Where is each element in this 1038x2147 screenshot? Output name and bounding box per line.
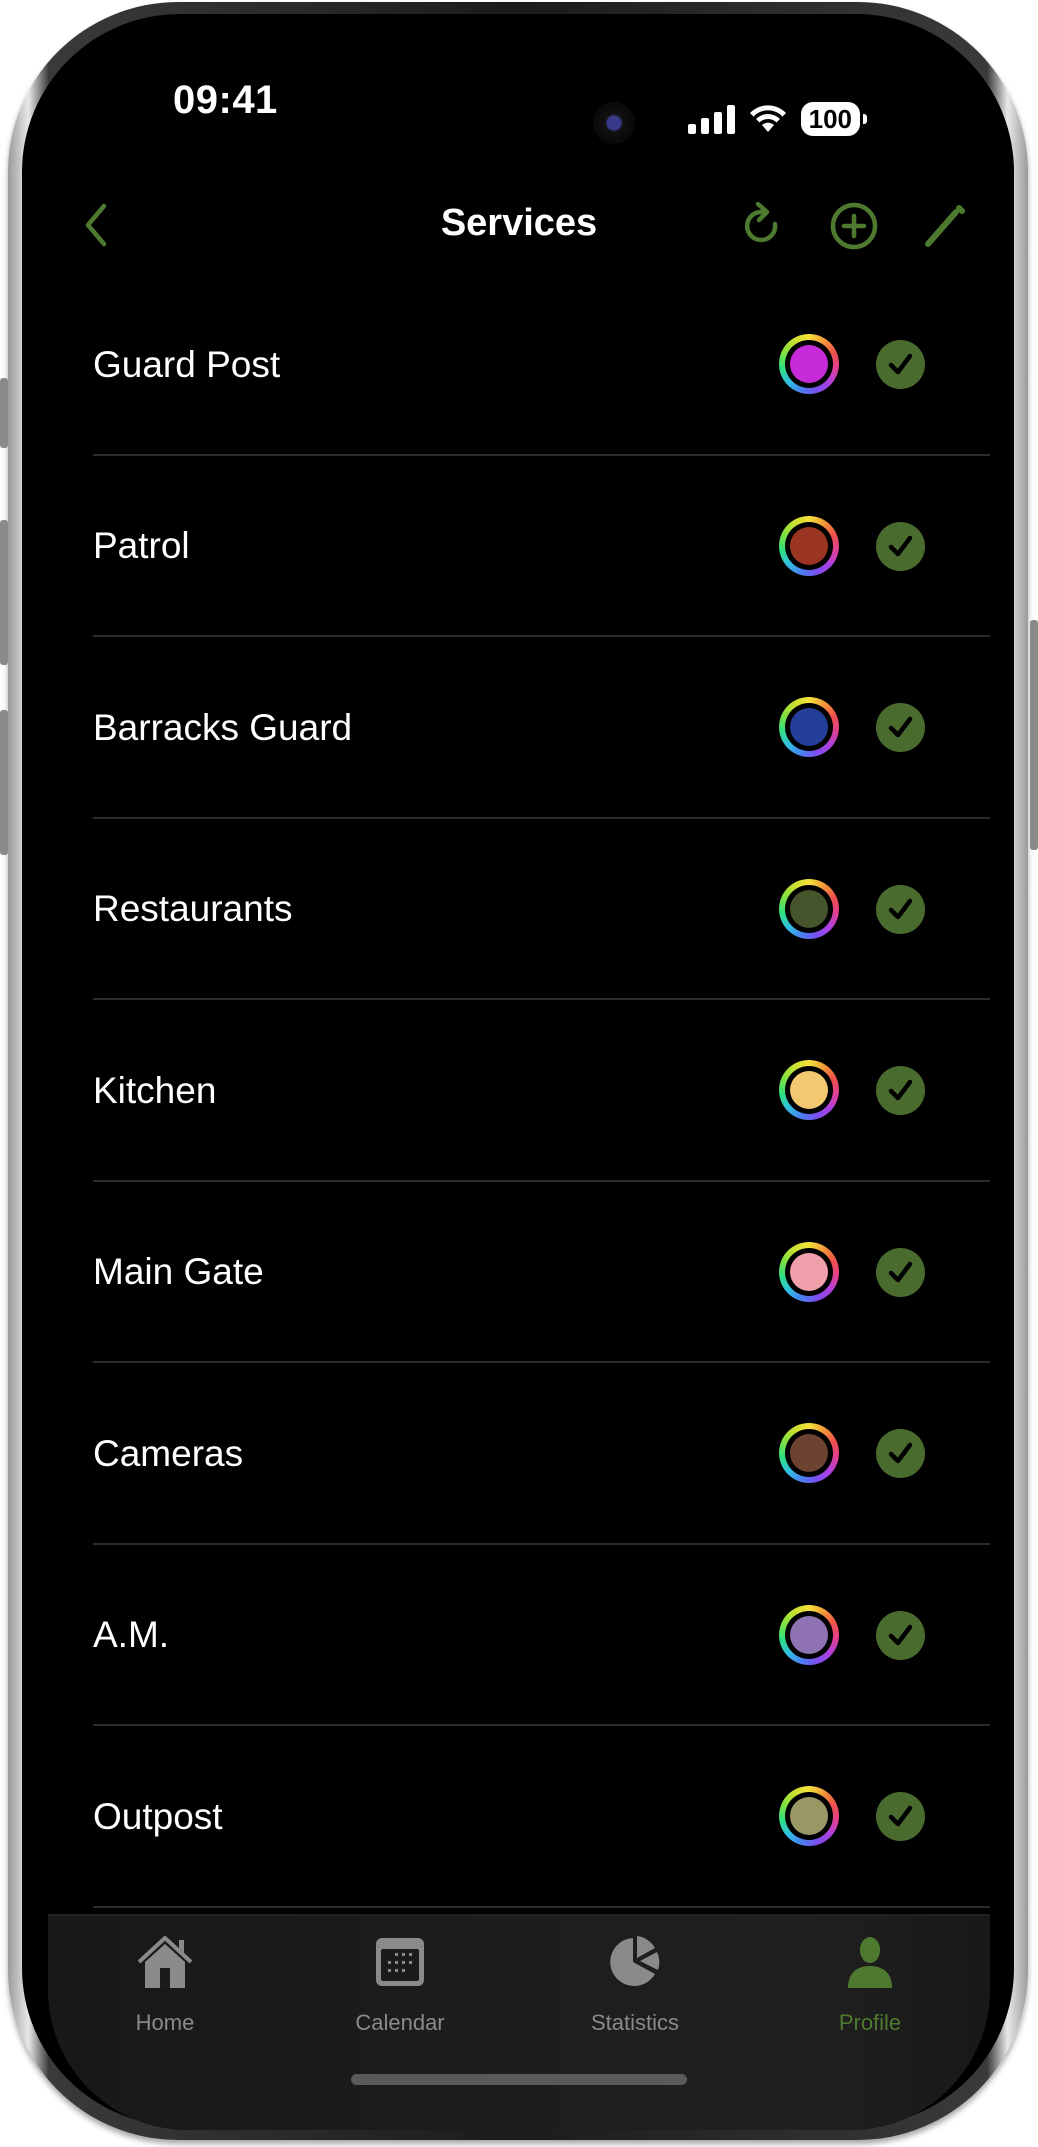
service-row[interactable]: Guard Post — [48, 274, 990, 456]
tab-calendar[interactable]: Calendar — [300, 1916, 500, 2056]
enabled-checkmark-button[interactable] — [876, 884, 925, 934]
front-camera — [593, 102, 635, 144]
color-swatch — [790, 708, 828, 746]
color-picker-button[interactable] — [779, 1786, 839, 1846]
tab-label: Calendar — [355, 2010, 445, 2035]
refresh-icon[interactable] — [738, 200, 790, 252]
service-row[interactable]: Restaurants — [48, 819, 990, 1000]
service-row[interactable]: Kitchen — [48, 1000, 990, 1182]
service-name: Barracks Guard — [93, 706, 353, 748]
service-row[interactable]: Barracks Guard — [48, 637, 990, 819]
checkmark-icon — [888, 898, 913, 919]
service-row[interactable]: Outpost — [48, 1726, 990, 1908]
checkmark-icon — [888, 353, 913, 375]
service-name: Outpost — [93, 1795, 223, 1837]
service-name: Guard Post — [93, 343, 281, 385]
tab-home[interactable]: Home — [65, 1916, 265, 2056]
cellular-signal-icon — [687, 104, 735, 134]
tab-label: Statistics — [590, 2010, 680, 2035]
row-divider — [93, 1905, 990, 1908]
volume-down-button — [0, 710, 8, 855]
navigation-bar: Services — [48, 180, 990, 270]
person-icon — [848, 1937, 892, 1988]
home-icon — [137, 1936, 193, 1988]
checkmark-icon — [888, 535, 913, 556]
tab-label: Home — [135, 2010, 195, 2035]
service-name: Cameras — [93, 1432, 244, 1474]
color-picker-button[interactable] — [779, 1604, 839, 1665]
tab-bar: Home Calendar Statistics Profile — [48, 1914, 990, 2130]
status-indicators: 100 — [687, 102, 868, 136]
service-name: Patrol — [93, 525, 190, 567]
volume-up-button — [0, 520, 8, 665]
color-picker-button[interactable] — [779, 697, 839, 757]
pencil-icon[interactable] — [918, 200, 970, 252]
color-swatch — [790, 889, 828, 928]
checkmark-icon — [888, 716, 913, 738]
color-swatch — [790, 526, 828, 565]
checkmark-icon — [888, 1805, 913, 1827]
color-picker-button[interactable] — [779, 1241, 839, 1302]
service-name: A.M. — [93, 1614, 170, 1656]
battery-indicator: 100 — [800, 102, 868, 136]
color-swatch — [790, 1252, 828, 1291]
checkmark-icon — [888, 1442, 913, 1464]
service-name: Restaurants — [93, 888, 293, 930]
color-swatch — [790, 1615, 828, 1654]
screen: 09:41 100 Services Guard Post Patrol Bar… — [48, 20, 990, 2130]
color-picker-button[interactable] — [779, 515, 839, 576]
service-row[interactable]: Patrol — [48, 456, 990, 637]
service-name: Main Gate — [93, 1251, 264, 1293]
enabled-checkmark-button[interactable] — [876, 521, 925, 571]
service-row[interactable]: Main Gate — [48, 1182, 990, 1363]
tab-label: Profile — [838, 2010, 902, 2035]
enabled-checkmark-button[interactable] — [876, 703, 925, 752]
home-indicator[interactable] — [351, 2074, 687, 2085]
calendar-icon — [376, 1938, 424, 1986]
service-name: Kitchen — [93, 1069, 217, 1111]
plus-circle-icon[interactable] — [828, 200, 880, 252]
enabled-checkmark-button[interactable] — [876, 1610, 925, 1660]
checkmark-icon — [888, 1079, 913, 1101]
power-button — [1030, 620, 1038, 850]
tab-statistics[interactable]: Statistics — [535, 1916, 735, 2056]
wifi-icon — [749, 105, 786, 132]
enabled-checkmark-button[interactable] — [876, 1792, 925, 1841]
enabled-checkmark-button[interactable] — [876, 340, 925, 389]
color-picker-button[interactable] — [779, 1423, 839, 1483]
color-picker-button[interactable] — [779, 878, 839, 939]
service-row[interactable]: Cameras — [48, 1363, 990, 1545]
color-swatch — [790, 1797, 828, 1835]
tab-profile[interactable]: Profile — [770, 1916, 970, 2056]
status-time: 09:41 — [173, 78, 278, 122]
color-swatch — [790, 345, 828, 383]
enabled-checkmark-button[interactable] — [876, 1247, 925, 1297]
enabled-checkmark-button[interactable] — [876, 1066, 925, 1115]
service-row[interactable]: A.M. — [48, 1545, 990, 1726]
checkmark-icon — [888, 1624, 913, 1645]
color-picker-button[interactable] — [779, 334, 839, 394]
color-swatch — [790, 1434, 828, 1472]
mute-switch — [0, 378, 8, 448]
pie-chart-icon — [610, 1936, 660, 1986]
enabled-checkmark-button[interactable] — [876, 1429, 925, 1478]
color-swatch — [790, 1071, 828, 1109]
checkmark-icon — [888, 1261, 913, 1282]
color-picker-button[interactable] — [779, 1060, 839, 1120]
services-list: Guard Post Patrol Barracks Guard Restaurant… — [48, 274, 990, 1908]
